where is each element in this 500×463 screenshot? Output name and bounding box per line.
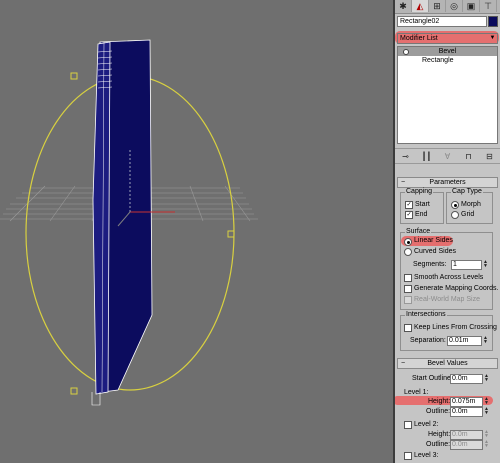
curved-sides-radio[interactable] xyxy=(404,248,412,256)
stack-item-bevel[interactable]: Bevel xyxy=(398,47,497,56)
remove-modifier-icon[interactable]: ⊓ xyxy=(462,151,476,162)
bevel-values-rollout-header[interactable]: − Bevel Values xyxy=(397,358,498,369)
segments-field[interactable]: 1 xyxy=(451,260,482,270)
cap-type-morph-label: Morph xyxy=(461,201,481,208)
group-label: Surface xyxy=(405,228,432,236)
linear-sides-radio[interactable] xyxy=(404,238,412,246)
level1-outline-label: Outline: xyxy=(426,408,451,415)
stack-item-label: Bevel xyxy=(438,48,457,55)
keep-lines-checkbox[interactable] xyxy=(404,324,412,332)
rollout-title: Parameters xyxy=(429,179,466,186)
cap-type-grid-label: Grid xyxy=(461,211,475,218)
group-label: Capping xyxy=(405,188,434,196)
create-icon[interactable]: ✱ xyxy=(395,0,412,12)
level2-outline-field[interactable]: 0.0m xyxy=(450,440,483,450)
real-world-map-size-label: Real-World Map Size xyxy=(414,296,481,303)
generate-mapping-label: Generate Mapping Coords. xyxy=(414,285,499,292)
separation-label: Separation: xyxy=(410,337,446,344)
cap-end-label: End xyxy=(415,211,428,218)
level1-height-spinner[interactable]: ▲ ▼ xyxy=(484,397,489,406)
separation-spinner[interactable]: ▲ ▼ xyxy=(483,336,488,345)
cap-type-grid-radio[interactable] xyxy=(451,211,459,219)
modifier-list-label: Modifier List xyxy=(400,35,438,42)
modifier-stack[interactable]: Bevel Rectangle xyxy=(397,46,498,144)
smooth-across-levels-checkbox[interactable] xyxy=(404,274,412,282)
object-name-field[interactable]: Rectangle02 xyxy=(397,16,487,27)
bevel-object xyxy=(91,39,153,406)
smooth-across-levels-label: Smooth Across Levels xyxy=(414,274,484,281)
level3-checkbox[interactable] xyxy=(404,452,412,460)
cap-end-checkbox[interactable]: ✓ xyxy=(405,211,413,219)
level1-height-field[interactable]: 0.075m xyxy=(450,397,483,407)
start-outline-spinner[interactable]: ▲ ▼ xyxy=(484,374,489,383)
generate-mapping-checkbox[interactable] xyxy=(404,285,412,293)
modifier-list-dropdown[interactable]: Modifier List ▼ xyxy=(397,33,498,44)
keep-lines-label: Keep Lines From Crossing xyxy=(414,324,497,331)
level2-height-label: Height: xyxy=(428,431,451,438)
cap-start-label: Start xyxy=(415,201,430,208)
level1-height-label: Height: xyxy=(428,398,451,405)
command-panel: ✱ ◭ ⊞ ◎ ▣ ⊤ Rectangle02 Modifier List ▼ … xyxy=(395,0,500,463)
cap-type-morph-radio[interactable] xyxy=(451,201,459,209)
viewport-scene[interactable] xyxy=(0,0,393,463)
utilities-icon[interactable]: ⊤ xyxy=(480,0,497,12)
cap-start-checkbox[interactable]: ✓ xyxy=(405,201,413,209)
perspective-viewport[interactable] xyxy=(0,0,393,463)
modify-icon[interactable]: ◭ xyxy=(412,0,429,12)
stack-item-rectangle[interactable]: Rectangle xyxy=(398,56,497,65)
pin-stack-icon[interactable]: ⊸ xyxy=(399,151,413,162)
show-end-result-icon[interactable]: ┃┃ xyxy=(420,151,434,162)
start-outline-label: Start Outline: xyxy=(412,375,453,382)
separation-field[interactable]: 0.01m xyxy=(447,336,482,346)
level2-label: Level 2: xyxy=(414,421,439,428)
linear-sides-label: Linear Sides xyxy=(414,237,453,244)
chevron-down-icon[interactable]: ▼ xyxy=(489,34,496,43)
configure-sets-icon[interactable]: ⊟ xyxy=(483,151,497,162)
modifier-on-icon[interactable] xyxy=(403,49,409,55)
display-icon[interactable]: ▣ xyxy=(463,0,480,12)
real-world-map-size-checkbox[interactable] xyxy=(404,296,412,304)
level2-checkbox[interactable] xyxy=(404,421,412,429)
group-label: Intersections xyxy=(405,311,447,319)
level2-height-spinner[interactable]: ▲ ▼ xyxy=(484,430,489,439)
motion-icon[interactable]: ◎ xyxy=(446,0,463,12)
level1-outline-spinner[interactable]: ▲ ▼ xyxy=(484,407,489,416)
group-label: Cap Type xyxy=(451,188,483,196)
start-outline-field[interactable]: 0.0m xyxy=(450,374,483,384)
gizmo-handle-top xyxy=(70,72,78,80)
hierarchy-icon[interactable]: ⊞ xyxy=(429,0,446,12)
segments-spinner[interactable]: ▲ ▼ xyxy=(483,260,488,269)
make-unique-icon[interactable]: ∀ xyxy=(441,151,455,162)
level2-outline-spinner[interactable]: ▲ ▼ xyxy=(484,440,489,449)
level2-outline-label: Outline: xyxy=(426,441,451,448)
level3-label: Level 3: xyxy=(414,452,439,459)
rollout-title: Bevel Values xyxy=(427,360,468,367)
command-panel-tabs: ✱ ◭ ⊞ ◎ ▣ ⊤ xyxy=(395,0,500,14)
level1-outline-field[interactable]: 0.0m xyxy=(450,407,483,417)
parameters-rollout-header[interactable]: − Parameters xyxy=(397,177,498,188)
gizmo-handle-bottom xyxy=(70,387,78,395)
stack-toolbar: ⊸ ┃┃ ∀ ⊓ ⊟ xyxy=(395,148,500,164)
curved-sides-label: Curved Sides xyxy=(414,248,457,255)
object-color-swatch[interactable] xyxy=(488,16,498,27)
level2-height-field[interactable]: 0.0m xyxy=(450,430,483,440)
gizmo-handle-right xyxy=(227,230,235,238)
segments-label: Segments: xyxy=(413,261,447,268)
